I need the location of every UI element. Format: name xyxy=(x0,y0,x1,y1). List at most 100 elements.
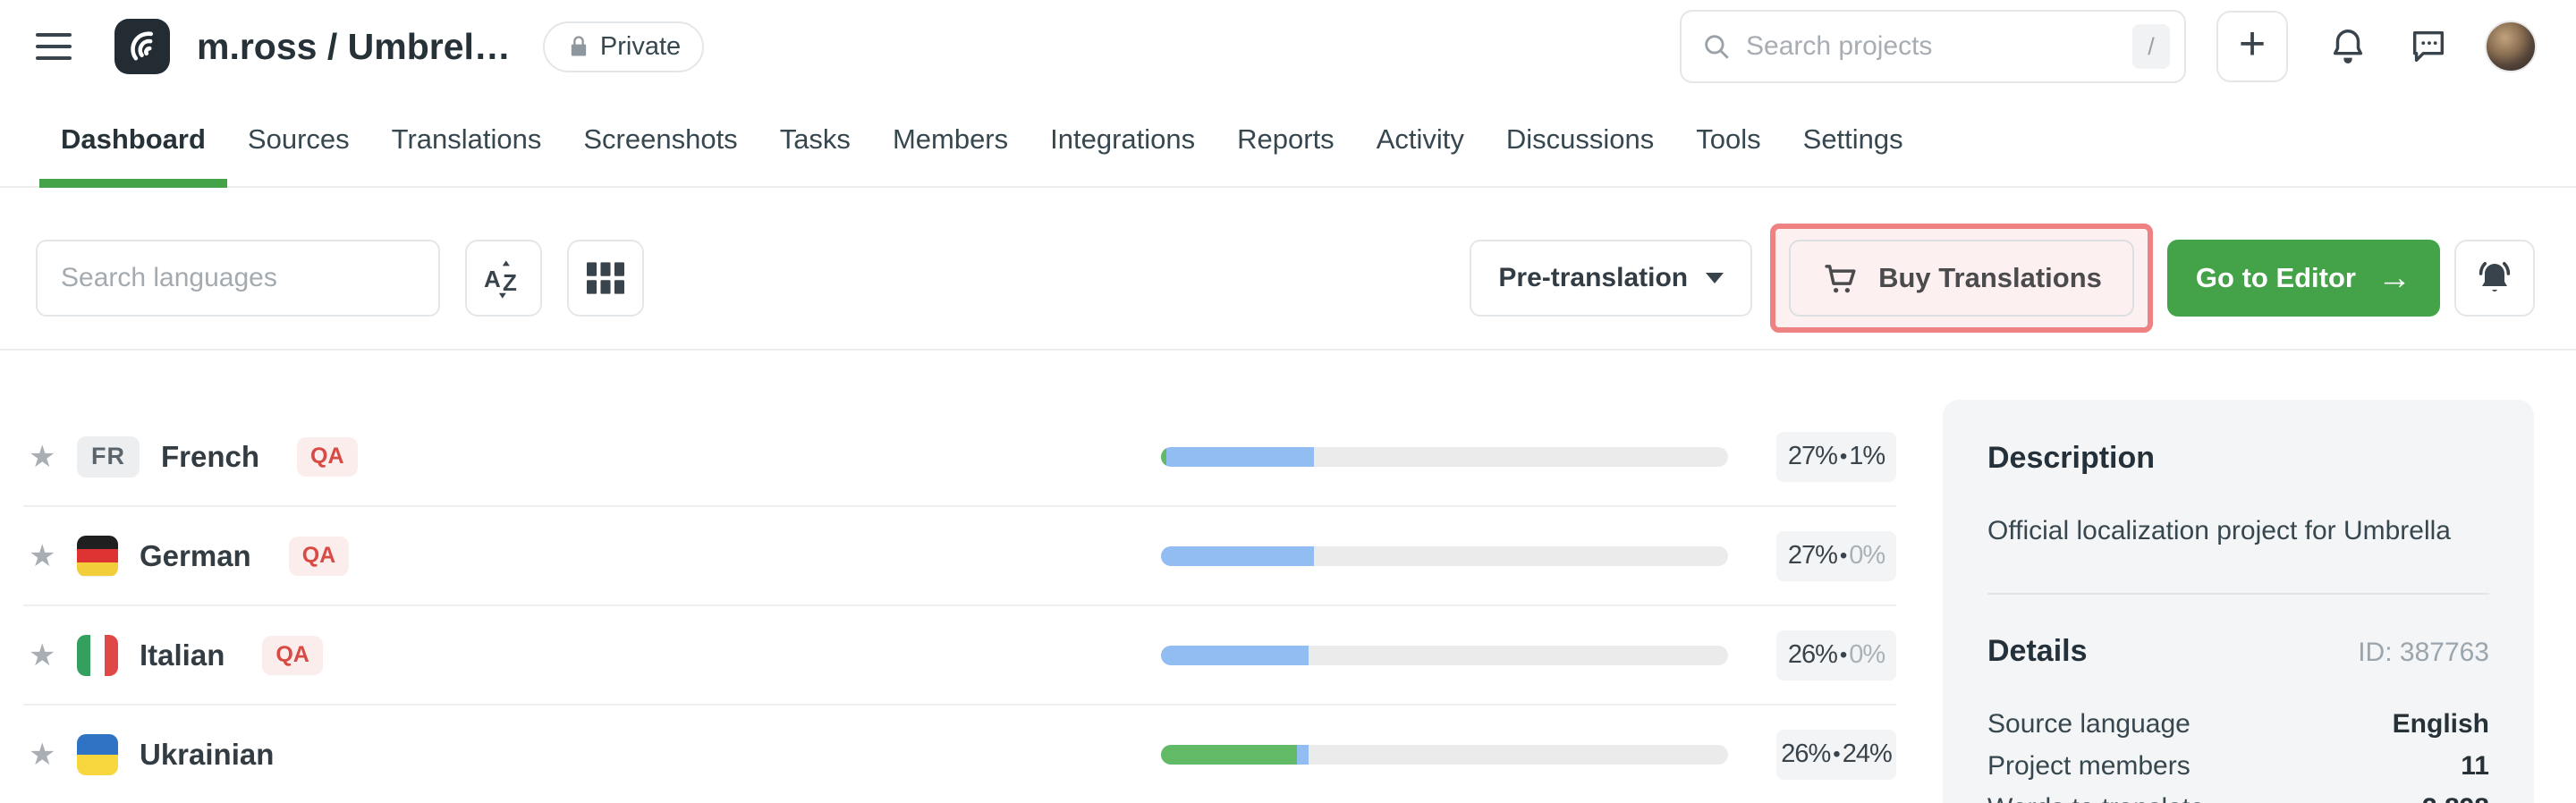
detail-value: English xyxy=(2393,703,2489,745)
flag-stripe xyxy=(105,635,118,676)
flag-stripe xyxy=(77,562,118,576)
svg-text:Z: Z xyxy=(503,269,517,296)
language-name[interactable]: German xyxy=(140,539,251,573)
tab-tools[interactable]: Tools xyxy=(1696,93,1760,186)
translation-progress-bar[interactable] xyxy=(1161,745,1728,765)
translation-progress-bar[interactable] xyxy=(1161,447,1728,467)
stat-separator: • xyxy=(1840,643,1846,668)
translated-progress-segment xyxy=(1161,546,1314,566)
flag-stripe xyxy=(77,549,118,562)
language-row[interactable]: ★ German QA 27%•0% xyxy=(23,507,1896,606)
tab-integrations[interactable]: Integrations xyxy=(1050,93,1195,186)
project-title[interactable]: m.ross / Umbrel… xyxy=(197,26,511,68)
notifications-button[interactable] xyxy=(2327,26,2368,67)
translated-percentage: 27% xyxy=(1788,541,1837,571)
sidebar-divider xyxy=(1987,593,2489,595)
top-header: m.ross / Umbrel… Private / + xyxy=(0,0,2576,93)
description-title: Description xyxy=(1987,441,2489,476)
search-projects-box[interactable]: / xyxy=(1680,10,2186,83)
detail-label: Words to translate xyxy=(1987,787,2205,803)
star-icon[interactable]: ★ xyxy=(29,439,68,475)
star-icon[interactable]: ★ xyxy=(29,638,68,673)
shopping-cart-icon xyxy=(1821,259,1859,297)
tab-translations[interactable]: Translations xyxy=(392,93,542,186)
project-info-panel: Description Official localization projec… xyxy=(1943,400,2534,803)
stat-separator: • xyxy=(1840,544,1846,569)
search-projects-input[interactable] xyxy=(1746,31,2118,62)
flag-stripe xyxy=(77,536,118,549)
tab-discussions[interactable]: Discussions xyxy=(1506,93,1654,186)
approved-percentage: 0% xyxy=(1849,640,1885,670)
language-name[interactable]: French xyxy=(161,440,259,474)
star-icon[interactable]: ★ xyxy=(29,737,68,773)
search-icon xyxy=(1701,31,1732,62)
detail-value: 11 xyxy=(2461,745,2489,787)
dashboard-toolbar: A Z Pre-translation Buy Translations Go … xyxy=(36,224,2535,333)
detail-row: Source languageEnglish xyxy=(1987,703,2489,745)
app-logo[interactable] xyxy=(114,19,170,74)
flag-icon xyxy=(77,635,118,676)
language-row[interactable]: ★ Italian QA 26%•0% xyxy=(23,606,1896,706)
messages-button[interactable] xyxy=(2408,26,2449,67)
user-avatar[interactable] xyxy=(2485,21,2537,72)
sort-alphabetical-button[interactable]: A Z xyxy=(465,240,542,317)
flag-stripe xyxy=(77,734,118,755)
language-name[interactable]: Italian xyxy=(140,638,225,672)
translation-progress-bar[interactable] xyxy=(1161,546,1728,566)
stat-separator: • xyxy=(1840,444,1846,469)
approved-percentage: 0% xyxy=(1849,541,1885,571)
progress-stats-badge[interactable]: 26%•24% xyxy=(1776,730,1896,780)
translated-percentage: 26% xyxy=(1788,640,1837,670)
tab-activity[interactable]: Activity xyxy=(1377,93,1464,186)
tab-settings[interactable]: Settings xyxy=(1803,93,1903,186)
grid-view-button[interactable] xyxy=(567,240,644,317)
ringing-bell-icon xyxy=(2473,257,2516,300)
tab-screenshots[interactable]: Screenshots xyxy=(583,93,737,186)
go-to-editor-label: Go to Editor xyxy=(2196,262,2356,294)
svg-text:A: A xyxy=(484,266,501,292)
stat-separator: • xyxy=(1833,742,1839,767)
approved-progress-segment xyxy=(1161,745,1297,765)
translated-progress-segment xyxy=(1161,646,1309,665)
highlight-annotation: Buy Translations xyxy=(1770,224,2153,333)
language-name[interactable]: Ukrainian xyxy=(140,738,274,772)
translated-progress-segment xyxy=(1166,447,1314,467)
hamburger-menu-icon[interactable] xyxy=(36,33,72,60)
arrow-right-icon: → xyxy=(2377,261,2411,295)
progress-stats-badge[interactable]: 26%•0% xyxy=(1776,630,1896,680)
tab-members[interactable]: Members xyxy=(893,93,1008,186)
announcements-button[interactable] xyxy=(2454,240,2535,317)
details-rows: Source languageEnglishProject members11W… xyxy=(1987,703,2489,803)
qa-issues-badge[interactable]: QA xyxy=(262,636,323,675)
flag-stripe xyxy=(90,635,104,676)
detail-row: Project members11 xyxy=(1987,745,2489,787)
details-title: Details xyxy=(1987,634,2088,669)
tab-sources[interactable]: Sources xyxy=(248,93,350,186)
star-icon[interactable]: ★ xyxy=(29,538,68,574)
translation-progress-bar[interactable] xyxy=(1161,646,1728,665)
go-to-editor-button[interactable]: Go to Editor → xyxy=(2167,240,2440,317)
pre-translation-dropdown[interactable]: Pre-translation xyxy=(1470,240,1752,317)
buy-translations-button[interactable]: Buy Translations xyxy=(1789,240,2134,317)
tab-dashboard[interactable]: Dashboard xyxy=(61,93,206,186)
bell-icon xyxy=(2327,26,2368,67)
detail-value: 2 898 xyxy=(2422,787,2489,803)
language-row[interactable]: ★ Ukrainian 26%•24% xyxy=(23,706,1896,803)
progress-stats-badge[interactable]: 27%•0% xyxy=(1776,531,1896,581)
add-project-button[interactable]: + xyxy=(2216,11,2288,82)
tab-tasks[interactable]: Tasks xyxy=(780,93,851,186)
lock-icon xyxy=(566,34,591,59)
language-list: ★FRFrenchQA27%•1%★GermanQA27%•0%★Italian… xyxy=(23,351,1896,803)
search-languages-input[interactable] xyxy=(36,240,440,317)
language-row[interactable]: ★FRFrenchQA27%•1% xyxy=(23,408,1896,507)
qa-issues-badge[interactable]: QA xyxy=(297,437,358,477)
project-nav-tabs: Dashboard Sources Translations Screenshots T… xyxy=(0,93,2576,188)
dashboard-main: ★FRFrenchQA27%•1%★GermanQA27%•0%★Italian… xyxy=(0,351,2576,803)
flag-stripe xyxy=(77,635,90,676)
approved-percentage: 1% xyxy=(1849,442,1885,471)
progress-stats-badge[interactable]: 27%•1% xyxy=(1776,432,1896,482)
flag-icon xyxy=(77,734,118,775)
flag-stripe xyxy=(77,755,118,775)
qa-issues-badge[interactable]: QA xyxy=(289,537,350,576)
tab-reports[interactable]: Reports xyxy=(1237,93,1335,186)
